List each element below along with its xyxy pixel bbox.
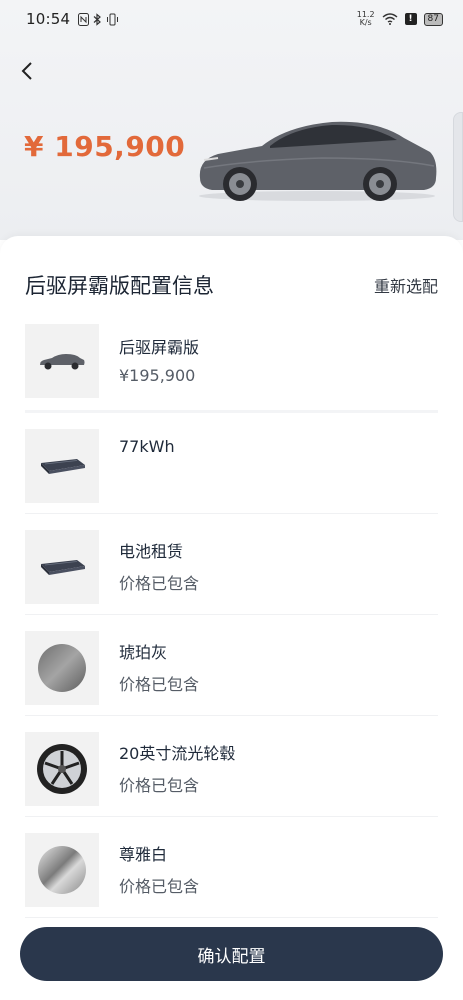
config-list: 后驱屏霸版 ¥195,900 77kWh 电池租赁 价格已包含 琥珀灰 价格已包… <box>25 324 438 918</box>
interior-text: 尊雅白 价格已包含 <box>119 817 199 897</box>
car-image <box>199 121 437 201</box>
chevron-left-icon <box>21 62 32 80</box>
color-swatch-icon <box>38 644 86 692</box>
status-left: 10:54 <box>26 10 119 28</box>
total-price: ¥ 195,900 <box>24 130 186 163</box>
status-bar: 10:54 11.2 K/s ! 87 <box>0 0 463 38</box>
battery-pack-icon <box>41 459 85 474</box>
battery-text: 77kWh <box>119 413 175 469</box>
confirm-config-button[interactable]: 确认配置 <box>20 927 443 981</box>
config-item-model: 后驱屏霸版 ¥195,900 <box>25 324 438 413</box>
net-speed: 11.2 K/s <box>357 11 375 27</box>
color-name: 琥珀灰 <box>119 643 168 662</box>
car-thumb-icon <box>40 354 85 370</box>
battery-lease-name: 电池租赁 <box>119 542 184 561</box>
config-item-interior: 尊雅白 价格已包含 <box>25 817 438 918</box>
sheet-header: 后驱屏霸版配置信息 重新选配 <box>25 270 438 300</box>
interior-thumb <box>25 833 99 907</box>
battery-lease-text: 电池租赁 价格已包含 <box>119 514 199 594</box>
model-name: 后驱屏霸版 <box>119 338 200 357</box>
battery-name: 77kWh <box>119 437 175 456</box>
status-time: 10:54 <box>26 10 71 28</box>
color-sub: 价格已包含 <box>119 675 200 694</box>
battery-lease-sub: 价格已包含 <box>119 574 200 593</box>
wheel-name: 20英寸流光轮毂 <box>119 744 236 763</box>
interior-swatch-icon <box>38 846 86 894</box>
config-sheet: 后驱屏霸版配置信息 重新选配 后驱屏霸版 ¥195,900 77kWh 电池租赁… <box>0 236 463 1000</box>
battery-level: 87 <box>427 13 439 24</box>
battery-pack-icon <box>41 560 85 575</box>
alert-icon: ! <box>404 13 417 25</box>
config-item-color: 琥珀灰 价格已包含 <box>25 615 438 716</box>
model-price: ¥195,900 <box>119 366 196 385</box>
model-text: 后驱屏霸版 ¥195,900 <box>119 324 199 385</box>
wheel-icon <box>37 744 87 794</box>
net-speed-unit: K/s <box>359 18 372 27</box>
status-right: 11.2 K/s ! 87 <box>357 11 443 27</box>
battery-lease-thumb <box>25 530 99 604</box>
side-drawer-handle[interactable] <box>453 112 463 222</box>
interior-sub: 价格已包含 <box>119 877 200 896</box>
reselect-button[interactable]: 重新选配 <box>374 273 438 297</box>
wheel-thumb <box>25 732 99 806</box>
config-item-battery: 77kWh <box>25 413 438 514</box>
color-thumb <box>25 631 99 705</box>
vibrate-icon <box>107 13 119 25</box>
bluetooth-icon <box>93 12 102 26</box>
model-thumb <box>25 324 99 398</box>
interior-name: 尊雅白 <box>119 845 168 864</box>
battery-indicator: 87 <box>423 12 443 26</box>
wheel-sub: 价格已包含 <box>119 776 200 795</box>
wheel-text: 20英寸流光轮毂 价格已包含 <box>119 716 235 796</box>
battery-thumb <box>25 429 99 503</box>
color-text: 琥珀灰 价格已包含 <box>119 615 199 695</box>
wifi-icon <box>382 13 398 25</box>
notification-icons <box>78 12 119 26</box>
config-item-battery-lease: 电池租赁 价格已包含 <box>25 514 438 615</box>
sheet-title: 后驱屏霸版配置信息 <box>25 274 214 298</box>
config-item-wheel: 20英寸流光轮毂 价格已包含 <box>25 716 438 817</box>
back-button[interactable] <box>20 60 44 88</box>
nfc-icon <box>78 12 90 26</box>
